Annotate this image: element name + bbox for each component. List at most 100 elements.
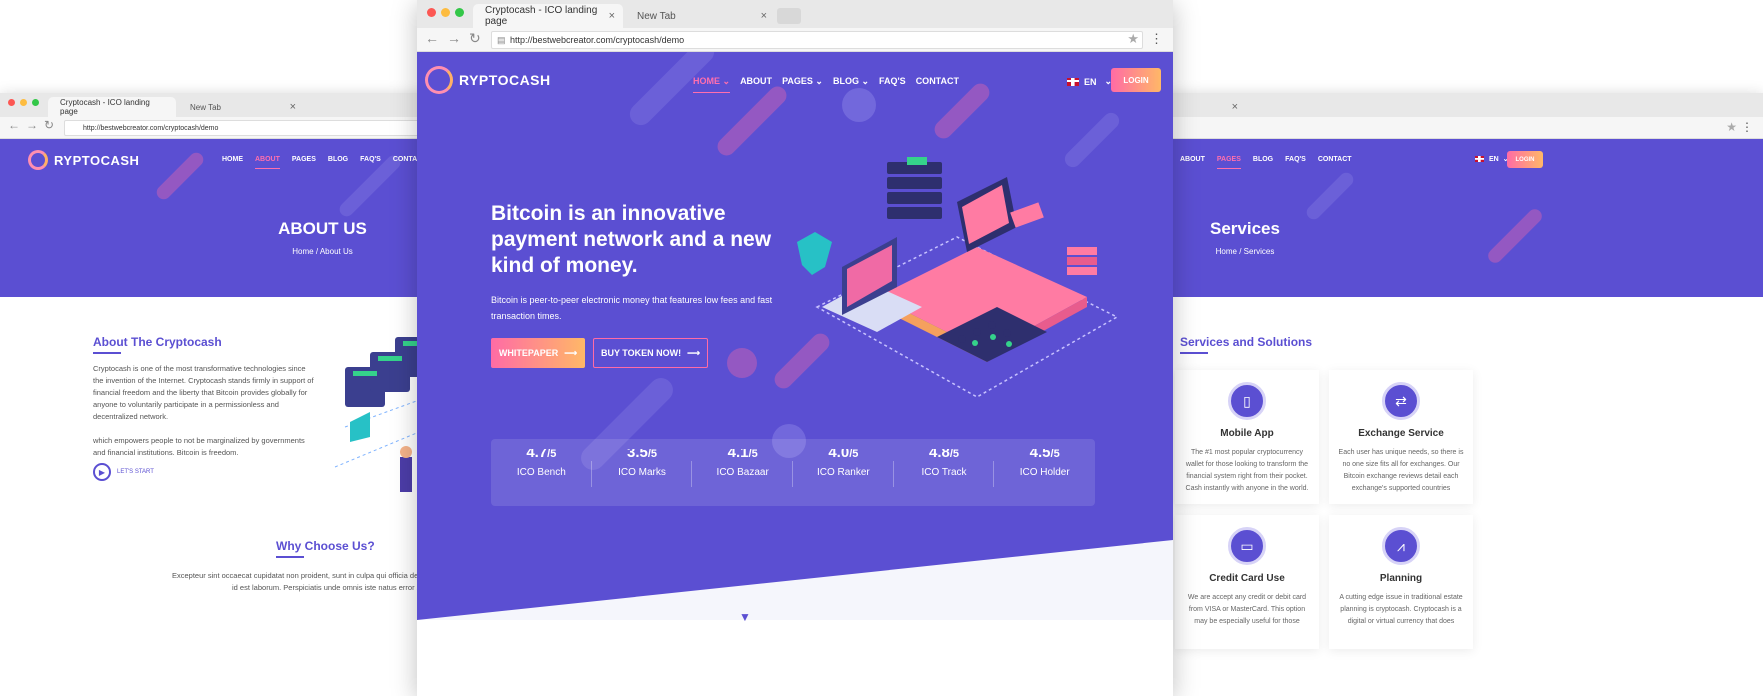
tab-bar: Cryptocash - ICO landing page × New Tab ×	[417, 0, 1173, 28]
whitepaper-button[interactable]: WHITEPAPER ⟶	[491, 338, 585, 368]
nav-pages[interactable]: PAGES	[292, 156, 316, 163]
hero-bottom-curve	[417, 540, 1173, 620]
stat-ico-bazaar[interactable]: 4.1/5 ICO Bazaar	[692, 439, 793, 506]
main-nav: HOME ABOUT PAGES BLOG FAQ'S CONTACT	[222, 156, 427, 169]
breadcrumb-home[interactable]: Home	[292, 247, 313, 256]
uk-flag-icon	[1475, 156, 1484, 162]
decor-shape	[713, 82, 791, 160]
nav-blog[interactable]: BLOG	[1253, 156, 1273, 163]
hero-section: RYPTOCASH HOME ⌄ ABOUT PAGES ⌄ BLOG ⌄ FA…	[417, 52, 1173, 620]
tab-bar: ×	[1100, 93, 1763, 117]
close-window-icon[interactable]	[427, 8, 436, 17]
breadcrumb-home[interactable]: Home	[1216, 247, 1237, 256]
nav-faqs[interactable]: FAQ'S	[1285, 156, 1306, 163]
address-bar-row: ← → ↻ http://bestwebcreator.com/cryptoca…	[0, 117, 470, 139]
url-input[interactable]: ▤ http://bestwebcreator.com/cryptocash/de…	[491, 31, 1143, 49]
service-card-exchange[interactable]: ⇄ Exchange Service Each user has unique …	[1329, 370, 1473, 504]
close-tab-icon[interactable]: ×	[1232, 101, 1238, 113]
nav-about[interactable]: ABOUT	[1180, 156, 1205, 163]
breadcrumb: Home / About Us	[292, 247, 353, 256]
about-section: About The Cryptocash Cryptocash is one o…	[0, 297, 470, 696]
chevron-down-icon: ⌄	[815, 76, 823, 86]
logo-icon	[28, 150, 48, 170]
nav-faqs[interactable]: FAQ'S	[360, 156, 381, 163]
scroll-down-icon[interactable]: ▼	[739, 610, 751, 624]
reload-icon[interactable]: ↻	[469, 30, 481, 47]
minimize-window-icon[interactable]	[20, 99, 27, 106]
maximize-window-icon[interactable]	[32, 99, 39, 106]
browser-window-left: Cryptocash - ICO landing page New Tab × ←…	[0, 93, 470, 696]
tab-new[interactable]: New Tab ×	[625, 4, 775, 28]
stat-ico-track[interactable]: 4.8/5 ICO Track	[894, 439, 995, 506]
url-input[interactable]: http://bestwebcreator.com/cryptocash/dem…	[64, 120, 464, 136]
service-card-mobile-app[interactable]: ▯ Mobile App The #1 most popular cryptoc…	[1175, 370, 1319, 504]
menu-kebab-icon[interactable]: ⋮	[1741, 120, 1753, 134]
logo[interactable]: RYPTOCASH	[28, 150, 139, 170]
service-card-credit-card[interactable]: ▭ Credit Card Use We are accept any cred…	[1175, 515, 1319, 649]
decor-shape	[625, 52, 719, 130]
nav-faqs[interactable]: FAQ'S	[879, 76, 906, 87]
maximize-window-icon[interactable]	[455, 8, 464, 17]
nav-home[interactable]: HOME	[222, 156, 243, 163]
tab-cryptocash[interactable]: Cryptocash - ICO landing page	[48, 97, 176, 117]
nav-contact[interactable]: CONTACT	[916, 76, 959, 87]
bookmark-star-icon[interactable]: ★	[1127, 31, 1139, 47]
close-tab-icon[interactable]: ×	[609, 10, 615, 22]
logo[interactable]: RYPTOCASH	[425, 66, 551, 94]
login-button[interactable]: LOGIN	[1111, 68, 1161, 92]
stat-ico-holder[interactable]: 4.5/5 ICO Holder	[994, 439, 1095, 506]
forward-icon[interactable]: →	[26, 118, 38, 132]
close-tab-icon[interactable]: ×	[290, 101, 296, 113]
play-icon: ▶	[93, 463, 111, 481]
nav-contact[interactable]: CONTACT	[1318, 156, 1352, 163]
stat-ico-ranker[interactable]: 4.0/5 ICO Ranker	[793, 439, 894, 506]
mobile-icon: ▯	[1228, 382, 1266, 420]
bookmark-star-icon[interactable]: ★	[1726, 120, 1737, 134]
page-header: RYPTOCASH HOME ABOUT PAGES BLOG FAQ'S CO…	[0, 139, 470, 297]
decor-shape	[1485, 206, 1545, 266]
tab-new[interactable]: New Tab ×	[178, 97, 304, 117]
forward-icon[interactable]: →	[447, 30, 461, 46]
nav-about[interactable]: ABOUT	[255, 156, 280, 169]
language-select[interactable]: EN ⌄	[1067, 76, 1112, 87]
hero-headline: Bitcoin is an innovative payment network…	[491, 202, 772, 277]
reload-icon[interactable]: ↻	[44, 118, 54, 132]
nav-home[interactable]: HOME ⌄	[693, 76, 731, 93]
decor-shape	[1303, 169, 1357, 223]
decor-shape	[153, 149, 207, 203]
browser-window-center: Cryptocash - ICO landing page × New Tab × …	[417, 0, 1173, 696]
nav-pages[interactable]: PAGES ⌄	[782, 76, 823, 87]
nav-blog[interactable]: BLOG ⌄	[833, 76, 869, 87]
minimize-window-icon[interactable]	[441, 8, 450, 17]
back-icon[interactable]: ←	[425, 30, 439, 46]
close-tab-icon[interactable]: ×	[761, 10, 767, 22]
nav-pages[interactable]: PAGES	[1216, 156, 1241, 169]
menu-kebab-icon[interactable]: ⋮	[1150, 31, 1163, 47]
nav-about[interactable]: ABOUT	[740, 76, 772, 87]
tab-cryptocash[interactable]: Cryptocash - ICO landing page ×	[473, 4, 623, 28]
hero-subtext: Bitcoin is peer-to-peer electronic money…	[491, 295, 773, 321]
arrow-right-icon: ⟶	[687, 347, 701, 358]
back-icon[interactable]: ←	[8, 118, 20, 132]
page-icon: ▤	[497, 34, 506, 45]
lets-start-link[interactable]: ▶ LET'S START	[93, 463, 154, 481]
chevron-down-icon: ⌄	[861, 76, 870, 86]
chevron-down-icon: ⌄	[722, 76, 731, 86]
about-paragraph-2: which empowers people to not be marginal…	[93, 436, 305, 457]
stat-ico-marks[interactable]: 3.5/5 ICO Marks	[592, 439, 693, 506]
nav-blog[interactable]: BLOG	[328, 156, 348, 163]
service-card-planning[interactable]: ⩘ Planning A cutting edge issue in tradi…	[1329, 515, 1473, 649]
exchange-icon: ⇄	[1382, 382, 1420, 420]
close-window-icon[interactable]	[8, 99, 15, 106]
stat-ico-bench[interactable]: 4.7/5 ICO Bench	[491, 439, 592, 506]
credit-card-icon: ▭	[1228, 527, 1266, 565]
login-button[interactable]: LOGIN	[1507, 151, 1543, 168]
chart-icon: ⩘	[1382, 527, 1420, 565]
new-tab-button[interactable]	[777, 8, 801, 24]
about-paragraph-1: Cryptocash is one of the most transforma…	[93, 364, 314, 421]
buy-token-button[interactable]: BUY TOKEN NOW! ⟶	[593, 338, 708, 368]
browser-window-right: × ★ ⋮ ABOUT PAGES BLOG FAQ'S CONTACT EN ⌄…	[1100, 93, 1763, 696]
breadcrumb-current: About Us	[319, 247, 353, 256]
language-select[interactable]: EN ⌄	[1475, 155, 1509, 163]
breadcrumb-current: Services	[1243, 247, 1275, 256]
